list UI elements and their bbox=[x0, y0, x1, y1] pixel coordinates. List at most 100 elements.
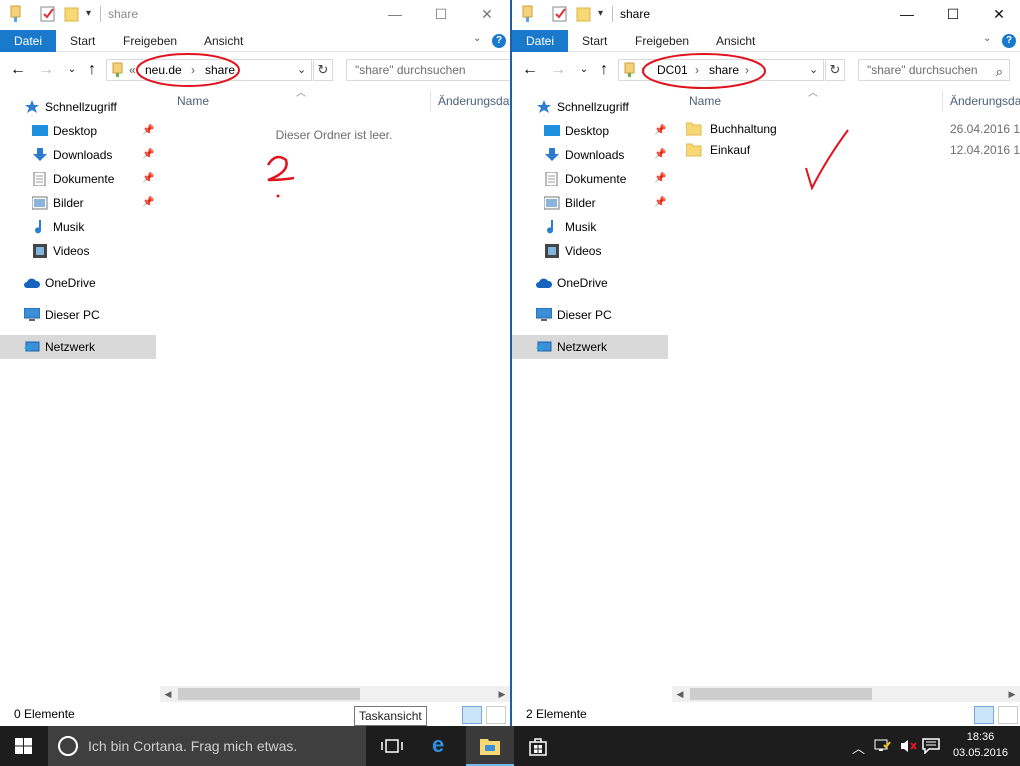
pin-icon[interactable]: 📌 bbox=[142, 143, 154, 167]
scroll-right-icon[interactable]: ▶ bbox=[1004, 686, 1020, 702]
recent-locations-icon[interactable]: ⌄ bbox=[574, 60, 594, 80]
breadcrumb-chevron-icon[interactable]: › bbox=[191, 63, 195, 77]
file-list[interactable]: Name ︿ Änderungsdat Dieser Ordner ist le… bbox=[158, 88, 510, 682]
horizontal-scrollbar[interactable]: ◀ ▶ bbox=[672, 686, 1020, 702]
taskbar-store[interactable] bbox=[514, 726, 562, 766]
scroll-right-icon[interactable]: ▶ bbox=[494, 686, 510, 702]
sidebar-item-desktop[interactable]: Desktop 📌 bbox=[0, 119, 156, 143]
sidebar-item-network[interactable]: Netzwerk bbox=[0, 335, 156, 359]
sidebar-item-onedrive[interactable]: OneDrive bbox=[512, 271, 668, 295]
address-dropdown-icon[interactable]: ⌄ bbox=[297, 63, 306, 76]
pin-icon[interactable]: 📌 bbox=[142, 119, 154, 143]
breadcrumb-overflow[interactable]: « bbox=[129, 63, 136, 77]
taskbar-edge[interactable]: e bbox=[418, 726, 466, 766]
properties-icon[interactable] bbox=[8, 5, 24, 23]
properties-icon[interactable] bbox=[520, 5, 536, 23]
task-view-button[interactable] bbox=[368, 726, 416, 766]
new-folder-icon[interactable] bbox=[64, 5, 80, 23]
network-status-icon[interactable] bbox=[874, 739, 892, 753]
title-bar[interactable]: ▾ share — ☐ ✕ bbox=[512, 0, 1020, 30]
sidebar-item-this-pc[interactable]: Dieser PC bbox=[0, 303, 156, 327]
horizontal-scrollbar[interactable]: ◀ ▶ bbox=[160, 686, 510, 702]
title-bar[interactable]: ▾ share — ☐ ✕ bbox=[0, 0, 510, 30]
pin-icon[interactable]: 📌 bbox=[654, 119, 666, 143]
breadcrumb-chevron-icon[interactable]: › bbox=[745, 63, 749, 77]
forward-icon[interactable]: → bbox=[548, 60, 568, 80]
details-view-icon[interactable] bbox=[462, 706, 482, 724]
address-bar[interactable]: « neu.de › share ⌄ bbox=[106, 59, 312, 81]
forward-icon[interactable]: → bbox=[36, 60, 56, 80]
checklist-icon[interactable] bbox=[552, 5, 568, 23]
pin-icon[interactable]: 📌 bbox=[654, 191, 666, 215]
large-icons-view-icon[interactable] bbox=[998, 706, 1018, 724]
column-separator[interactable] bbox=[430, 90, 431, 112]
list-item[interactable]: Einkauf 12.04.2016 12: bbox=[686, 140, 1020, 161]
sidebar-item-quick-access[interactable]: Schnellzugriff bbox=[512, 95, 668, 119]
tab-start[interactable]: Start bbox=[70, 30, 95, 52]
scroll-thumb[interactable] bbox=[178, 688, 360, 700]
sidebar-item-downloads[interactable]: Downloads 📌 bbox=[0, 143, 156, 167]
up-icon[interactable]: ↑ bbox=[594, 60, 614, 80]
address-bar[interactable]: › DC01 › share › ⌄ bbox=[618, 59, 824, 81]
sidebar-item-pictures[interactable]: Bilder 📌 bbox=[512, 191, 668, 215]
maximize-icon[interactable]: ☐ bbox=[418, 0, 464, 30]
pin-icon[interactable]: 📌 bbox=[654, 167, 666, 191]
scroll-thumb[interactable] bbox=[690, 688, 872, 700]
up-icon[interactable]: ↑ bbox=[82, 60, 102, 80]
sidebar-item-videos[interactable]: Videos bbox=[512, 239, 668, 263]
back-icon[interactable]: ← bbox=[520, 60, 540, 80]
system-clock[interactable]: 18:36 03.05.2016 bbox=[953, 729, 1008, 761]
sidebar-item-documents[interactable]: Dokumente 📌 bbox=[512, 167, 668, 191]
breadcrumb-chevron-icon[interactable]: › bbox=[641, 63, 645, 77]
tab-view[interactable]: Ansicht bbox=[204, 30, 243, 52]
refresh-icon[interactable]: ↻ bbox=[825, 59, 845, 81]
checklist-icon[interactable] bbox=[40, 5, 56, 23]
start-button[interactable] bbox=[0, 726, 48, 766]
scroll-left-icon[interactable]: ◀ bbox=[160, 686, 176, 702]
breadcrumb-share[interactable]: share bbox=[709, 63, 739, 77]
column-header-name[interactable]: Name bbox=[689, 88, 721, 114]
large-icons-view-icon[interactable] bbox=[486, 706, 506, 724]
ribbon-expand-icon[interactable]: ⌄ bbox=[983, 33, 991, 44]
sidebar-item-music[interactable]: Musik bbox=[0, 215, 156, 239]
list-item[interactable]: Buchhaltung 26.04.2016 11: bbox=[686, 119, 1020, 140]
help-icon[interactable]: ? bbox=[1002, 34, 1016, 48]
search-icon[interactable]: ⌕ bbox=[996, 62, 1003, 80]
sidebar-item-quick-access[interactable]: Schnellzugriff bbox=[0, 95, 156, 119]
sidebar-item-documents[interactable]: Dokumente 📌 bbox=[0, 167, 156, 191]
sidebar-item-downloads[interactable]: Downloads 📌 bbox=[512, 143, 668, 167]
quick-access-dropdown-icon[interactable]: ▾ bbox=[86, 8, 91, 19]
tab-file[interactable]: Datei bbox=[0, 30, 56, 52]
breadcrumb-chevron-icon[interactable]: › bbox=[695, 63, 699, 77]
recent-locations-icon[interactable]: ⌄ bbox=[62, 60, 82, 80]
details-view-icon[interactable] bbox=[974, 706, 994, 724]
sidebar-item-desktop[interactable]: Desktop 📌 bbox=[512, 119, 668, 143]
address-dropdown-icon[interactable]: ⌄ bbox=[809, 63, 818, 76]
quick-access-dropdown-icon[interactable]: ▾ bbox=[598, 8, 603, 19]
sidebar-item-pictures[interactable]: Bilder 📌 bbox=[0, 191, 156, 215]
close-icon[interactable]: ✕ bbox=[464, 0, 510, 30]
breadcrumb-share[interactable]: share bbox=[205, 63, 235, 77]
tab-share[interactable]: Freigeben bbox=[635, 30, 689, 52]
breadcrumb-server[interactable]: neu.de bbox=[145, 63, 182, 77]
sidebar-item-music[interactable]: Musik bbox=[512, 215, 668, 239]
pin-icon[interactable]: 📌 bbox=[142, 191, 154, 215]
minimize-icon[interactable]: — bbox=[884, 0, 930, 30]
refresh-icon[interactable]: ↻ bbox=[313, 59, 333, 81]
file-list[interactable]: Name ︿ Änderungsda Buchhaltung 26.04.201… bbox=[670, 88, 1020, 682]
search-input[interactable]: "share" durchsuchen bbox=[346, 59, 510, 81]
sidebar-item-onedrive[interactable]: OneDrive bbox=[0, 271, 156, 295]
volume-muted-icon[interactable] bbox=[900, 739, 918, 753]
back-icon[interactable]: ← bbox=[8, 60, 28, 80]
sidebar-item-this-pc[interactable]: Dieser PC bbox=[512, 303, 668, 327]
column-header-date[interactable]: Änderungsdat bbox=[438, 88, 510, 114]
column-separator[interactable] bbox=[942, 90, 943, 112]
pin-icon[interactable]: 📌 bbox=[142, 167, 154, 191]
sidebar-item-videos[interactable]: Videos bbox=[0, 239, 156, 263]
taskbar-file-explorer[interactable] bbox=[466, 726, 514, 766]
pin-icon[interactable]: 📌 bbox=[654, 143, 666, 167]
tab-share[interactable]: Freigeben bbox=[123, 30, 177, 52]
help-icon[interactable]: ? bbox=[492, 34, 506, 48]
tab-view[interactable]: Ansicht bbox=[716, 30, 755, 52]
maximize-icon[interactable]: ☐ bbox=[930, 0, 976, 30]
